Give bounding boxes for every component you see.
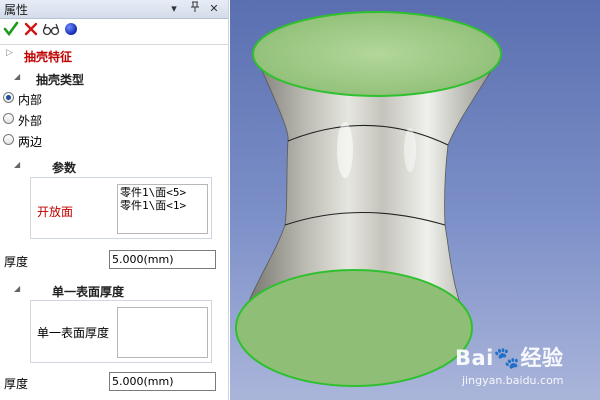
section-single-surface[interactable]: ◢ 单一表面厚度 xyxy=(0,280,229,300)
list-item[interactable]: 零件1\面<1> xyxy=(120,199,205,212)
radio-outer[interactable]: 外部 xyxy=(0,109,229,129)
open-face-label: 开放面 xyxy=(37,205,74,219)
watermark-url: jingyan.baidu.com xyxy=(462,374,564,387)
bottom-open-face[interactable] xyxy=(235,269,473,387)
radio-button-selected[interactable] xyxy=(3,92,14,103)
panel-splitter[interactable] xyxy=(228,0,229,400)
panel-toolbar xyxy=(0,19,229,43)
expand-triangle-icon[interactable]: ◢ xyxy=(14,72,20,81)
blue-dot-icon xyxy=(65,23,77,35)
panel-titlebar: 属性 ▾ ✕ xyxy=(0,0,229,19)
thickness-row: 厚度 5.000(mm) xyxy=(0,249,229,271)
properties-panel: 属性 ▾ ✕ ▷ 抽壳特征 ◢ 抽壳类型 内部 外部 两边 ◢ 参数 开放面 零… xyxy=(0,0,229,400)
panel-dropdown-button[interactable]: ▾ xyxy=(167,1,181,16)
radio-button[interactable] xyxy=(3,113,14,124)
cancel-button[interactable] xyxy=(22,21,40,41)
section-single-surface-header: 单一表面厚度 xyxy=(52,285,125,299)
feature-row[interactable]: ▷ 抽壳特征 xyxy=(0,44,229,65)
expand-triangle-icon[interactable]: ◢ xyxy=(14,284,20,293)
specular-highlight xyxy=(337,122,353,178)
thickness-label: 厚度 xyxy=(4,255,29,269)
radio-both[interactable]: 两边 xyxy=(0,130,229,150)
section-params-header: 参数 xyxy=(52,161,77,175)
expand-triangle-icon[interactable]: ◢ xyxy=(14,160,20,169)
open-face-group: 开放面 零件1\面<5> 零件1\面<1> xyxy=(30,177,212,239)
radio-inner[interactable]: 内部 xyxy=(0,88,229,108)
glasses-icon xyxy=(42,23,60,36)
apply-button[interactable] xyxy=(62,21,80,41)
thickness-input[interactable]: 5.000(mm) xyxy=(109,250,216,269)
feature-label: 抽壳特征 xyxy=(24,50,73,64)
watermark-brand: Bai🐾经验 xyxy=(455,346,564,370)
collapse-triangle-icon[interactable]: ▷ xyxy=(6,48,13,58)
single-surface-label: 单一表面厚度 xyxy=(37,326,110,340)
open-face-list[interactable]: 零件1\面<5> 零件1\面<1> xyxy=(117,184,208,234)
list-item[interactable]: 零件1\面<5> xyxy=(120,186,205,199)
single-thickness-row: 厚度 5.000(mm) xyxy=(0,371,229,393)
3d-viewport[interactable] xyxy=(230,0,600,400)
single-thickness-label: 厚度 xyxy=(4,377,29,391)
radio-both-label: 两边 xyxy=(18,135,43,149)
top-open-face[interactable] xyxy=(252,11,502,97)
single-surface-list[interactable] xyxy=(117,307,208,358)
check-icon xyxy=(3,21,19,37)
x-icon xyxy=(24,22,38,36)
section-params[interactable]: ◢ 参数 xyxy=(0,156,229,176)
section-shell-type-header: 抽壳类型 xyxy=(36,73,85,87)
ok-button[interactable] xyxy=(2,21,20,41)
section-shell-type[interactable]: ◢ 抽壳类型 xyxy=(0,68,229,88)
hourglass-model[interactable] xyxy=(230,0,600,400)
pin-icon xyxy=(191,1,199,12)
single-thickness-input[interactable]: 5.000(mm) xyxy=(109,372,216,391)
radio-button[interactable] xyxy=(3,134,14,145)
specular-highlight xyxy=(404,128,416,172)
preview-button[interactable] xyxy=(42,21,60,41)
panel-title: 属性 xyxy=(4,3,29,17)
pin-button[interactable] xyxy=(188,1,202,16)
single-surface-group: 单一表面厚度 xyxy=(30,300,212,363)
close-button[interactable]: ✕ xyxy=(207,1,221,16)
radio-outer-label: 外部 xyxy=(18,114,43,128)
radio-inner-label: 内部 xyxy=(18,93,43,107)
